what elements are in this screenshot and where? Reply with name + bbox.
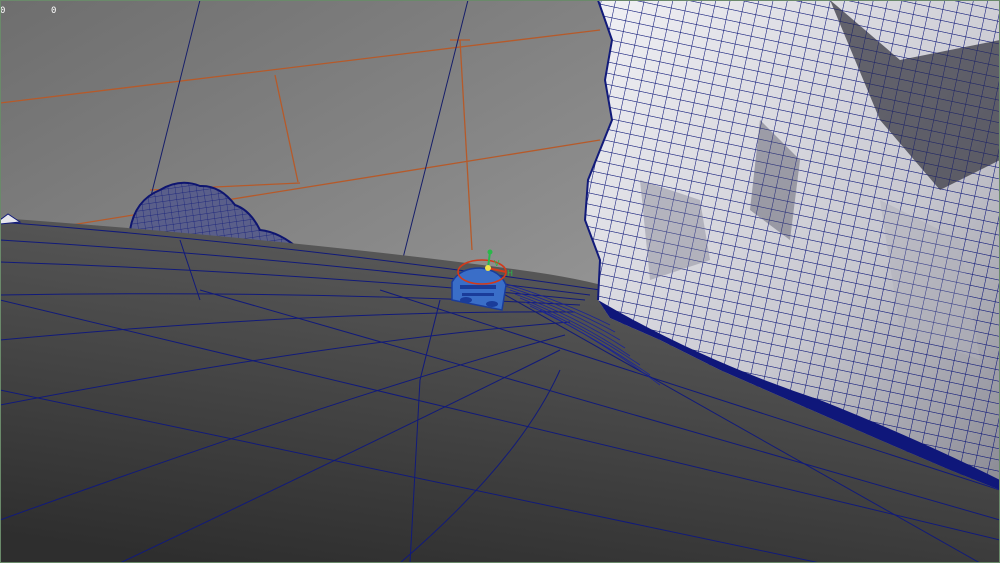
gizmo-y-label: V [494, 259, 500, 268]
hud-counter-b: 0 [51, 6, 57, 16]
3d-viewport[interactable]: V H 0 0 [0, 0, 1000, 563]
gizmo-x-label: H [507, 269, 513, 278]
hud-counter-a: 0 [0, 6, 6, 16]
scene-canvas[interactable]: V H [0, 0, 1000, 563]
